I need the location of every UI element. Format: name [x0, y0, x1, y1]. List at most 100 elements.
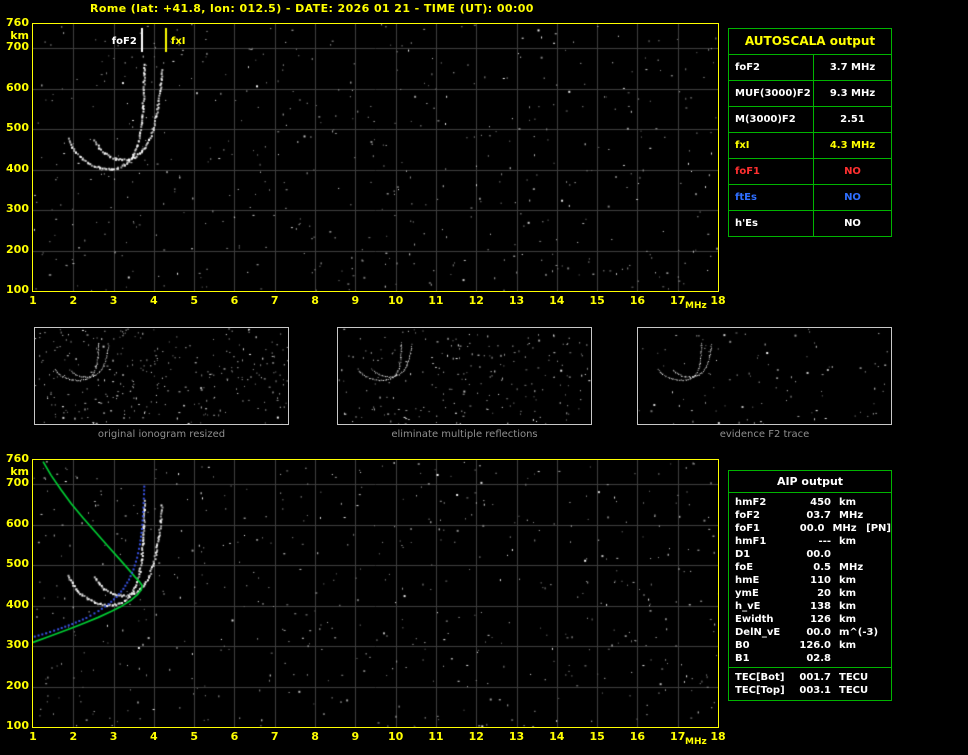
x-tick-label: 6: [230, 294, 239, 307]
autoscala-row: foF1 NO: [729, 159, 891, 185]
x-tick-label: 15: [589, 294, 605, 307]
x-tick-label: 4: [150, 294, 158, 307]
x-tick-label: 9: [351, 294, 360, 307]
aip-row: ymE 20 km: [729, 587, 891, 600]
aip-tec-label: TEC[Bot]: [735, 672, 785, 683]
aip-row-unit: km: [839, 536, 857, 547]
x-tick-label: 6: [230, 730, 239, 743]
x-tick-label: 14: [549, 730, 565, 743]
aip-row: D1 00.0: [729, 548, 891, 561]
autoscala-row: fxI 4.3 MHz: [729, 133, 891, 159]
profile-plot-canvas: [32, 459, 719, 728]
aip-row: hmE 110 km: [729, 574, 891, 587]
aip-row: B0 126.0 km: [729, 639, 891, 652]
aip-row-label: D1: [735, 549, 751, 560]
aip-row-unit: km: [839, 575, 857, 586]
aip-row-label: B0: [735, 640, 750, 651]
x-tick-label: 1: [29, 730, 37, 743]
y-tick-label: 400: [6, 597, 29, 611]
aip-row-value: 0.5: [813, 562, 831, 573]
aip-row-unit: MHz: [839, 562, 864, 573]
y-tick-label: 300: [6, 202, 29, 216]
y-tick-label: 400: [6, 161, 29, 175]
aip-row-label: DelN_vE: [735, 627, 781, 638]
x-tick-label: 14: [549, 294, 565, 307]
autoscala-row: ftEs NO: [729, 185, 891, 211]
x-tick-label: 11: [428, 294, 444, 307]
aip-row-unit: MHz: [839, 510, 864, 521]
x-axis-unit-label: MHz: [685, 737, 707, 747]
autoscala-row-value: 2.51: [840, 114, 865, 125]
autoscala-row-label: foF2: [729, 55, 814, 80]
aip-tec-rows: TEC[Bot] 001.7 TECU TEC[Top] 003.1 TECU: [729, 667, 891, 700]
y-tick-label: 200: [6, 242, 29, 256]
aip-row-unit: m^(-3): [839, 627, 879, 638]
aip-row-unit: km: [839, 640, 857, 651]
autoscala-rows: foF2 3.7 MHz MUF(3000)F2 9.3 MHz M(3000)F2 2.…: [729, 55, 891, 236]
x-tick-label: 5: [190, 730, 198, 743]
aip-row-value: 126.0: [799, 640, 831, 651]
y-tick-label: 760: [6, 452, 29, 465]
aip-table-header: AIP output: [729, 471, 891, 493]
autoscala-row: MUF(3000)F2 9.3 MHz: [729, 81, 891, 107]
fxi-marker-label: fxI: [170, 36, 186, 47]
thumbnail-caption-original: original ionogram resized: [97, 429, 226, 440]
aip-row-label: ymE: [735, 588, 759, 599]
aip-row-value: 00.0: [806, 627, 831, 638]
aip-row: h_vE 138 km: [729, 600, 891, 613]
x-tick-label: 7: [270, 730, 279, 743]
aip-row-value: 00.0: [799, 523, 825, 534]
x-tick-label: 9: [351, 730, 360, 743]
aip-row-value: 03.7: [806, 510, 831, 521]
x-tick-label: 18: [710, 730, 726, 743]
aip-rows: hmF2 450 km foF2 03.7 MHz foF1 00.0 MHz [PN] hmF1-…: [729, 493, 891, 667]
x-tick-label: 2: [69, 294, 78, 307]
y-tick-label: 600: [6, 80, 29, 94]
autoscala-row-label: MUF(3000)F2: [729, 81, 814, 106]
aip-row-unit: km: [839, 497, 857, 508]
y-tick-label: 500: [6, 121, 29, 135]
y-axis-unit-label: km: [10, 29, 29, 42]
autoscala-row-value: NO: [844, 218, 861, 229]
y-tick-label: 200: [6, 678, 29, 692]
x-tick-label: 7: [270, 294, 279, 307]
x-tick-label: 3: [109, 730, 118, 743]
aip-row: foF2 03.7 MHz: [729, 509, 891, 522]
aip-tec-label: TEC[Top]: [735, 685, 785, 696]
ionogram-plot-canvas: [32, 23, 719, 292]
autoscala-row-value: 9.3 MHz: [829, 88, 876, 99]
x-tick-label: 13: [508, 294, 525, 307]
x-tick-label: 1: [29, 294, 37, 307]
autoscala-row-label: foF1: [729, 159, 814, 184]
thumb-evidence-canvas: [637, 327, 892, 425]
aip-row-label: foE: [735, 562, 754, 573]
fof2-marker-label: foF2: [111, 36, 137, 47]
y-tick-label: 500: [6, 557, 29, 571]
autoscala-row: M(3000)F2 2.51: [729, 107, 891, 133]
autoscala-row-value: NO: [844, 166, 861, 177]
y-tick-label: 700: [6, 40, 29, 54]
autoscala-row: foF2 3.7 MHz: [729, 55, 891, 81]
autoscala-row-label: fxI: [729, 133, 814, 158]
aip-row-value: 20: [817, 588, 831, 599]
x-tick-label: 18: [710, 294, 726, 307]
aip-row-value: 126: [810, 614, 831, 625]
x-axis-unit-label: MHz: [685, 301, 707, 311]
x-tick-label: 13: [508, 730, 525, 743]
aip-row-value: 138: [810, 601, 831, 612]
autoscala-table-header: AUTOSCALA output: [729, 29, 891, 55]
aip-row-label: h_vE: [735, 601, 761, 612]
autoscala-output-table: AUTOSCALA output foF2 3.7 MHz MUF(3000)F2 9…: [728, 28, 892, 237]
page-title: Rome (lat: +41.8, lon: 012.5) - DATE: 20…: [90, 2, 534, 15]
aip-row-label: hmE: [735, 575, 760, 586]
aip-row: hmF2 450 km: [729, 496, 891, 509]
x-tick-label: 5: [190, 294, 198, 307]
aip-row-unit: km: [839, 614, 857, 625]
y-tick-label: 700: [6, 476, 29, 490]
x-tick-label: 16: [629, 294, 646, 307]
x-tick-label: 15: [589, 730, 605, 743]
x-tick-label: 2: [69, 730, 78, 743]
autoscala-row-value: 4.3 MHz: [829, 140, 876, 151]
x-tick-label: 10: [387, 730, 404, 743]
aip-row-value: 110: [810, 575, 831, 586]
